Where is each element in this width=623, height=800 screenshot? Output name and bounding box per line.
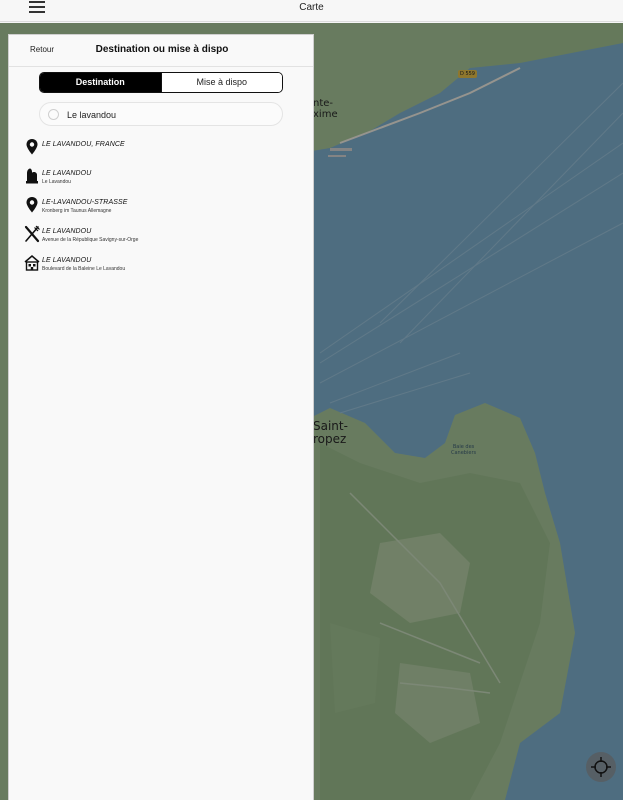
map-label-saint-tropez: Saint- ropez	[313, 420, 348, 446]
result-title: LE LAVANDOU	[42, 257, 92, 264]
locate-button[interactable]	[586, 752, 616, 782]
map-label-line: Canebiers	[451, 450, 477, 456]
results-list: LE LAVANDOU, FRANCE LE LAVANDOU Le Lavan…	[9, 135, 315, 280]
result-subtitle: Avenue de la République Savigny-sur-Orge	[42, 237, 139, 243]
crosshair-icon	[591, 757, 611, 777]
tab-mise-a-dispo[interactable]: Mise à dispo	[160, 73, 282, 92]
map-label-sainte-maxime: nte- xime	[313, 98, 338, 120]
result-subtitle: Kronberg im Taunus Allemagne	[42, 208, 112, 214]
destination-panel: Retour Destination ou mise à dispo Desti…	[8, 34, 314, 800]
map-label-line: ropez	[313, 432, 347, 446]
panel-header: Retour Destination ou mise à dispo	[9, 35, 313, 67]
top-bar: Carte	[0, 0, 623, 22]
tab-destination[interactable]: Destination	[40, 73, 161, 92]
mode-segmented-control: Destination Mise à dispo	[39, 72, 283, 93]
result-subtitle: Le Lavandou	[42, 179, 71, 185]
result-item[interactable]: LE LAVANDOU Boulevard de la Baleine Le L…	[9, 251, 315, 280]
result-title: LE LAVANDOU	[42, 228, 92, 235]
map-road-sign: D 559	[458, 70, 477, 78]
page-title: Carte	[299, 2, 324, 13]
fork-knife-icon	[24, 225, 40, 243]
result-item[interactable]: LE LAVANDOU Le Lavandou	[9, 164, 315, 193]
panel-title: Destination ou mise à dispo	[95, 44, 229, 55]
bell-tower-icon	[26, 168, 38, 184]
search-input[interactable]	[67, 108, 267, 121]
map-label-bay: Baie des Canebiers	[451, 444, 476, 456]
search-icon	[48, 109, 59, 120]
result-title: LE-LAVANDOU-STRASSE	[42, 199, 128, 206]
result-item[interactable]: LE LAVANDOU, FRANCE	[9, 135, 315, 164]
result-title: LE LAVANDOU, FRANCE	[42, 141, 125, 148]
map-label-line: xime	[313, 109, 338, 120]
result-title: LE LAVANDOU	[42, 170, 92, 177]
search-box	[39, 102, 283, 126]
map-pin-icon	[26, 197, 38, 213]
map-label-line: nte-	[313, 98, 334, 109]
hotel-icon	[24, 255, 40, 271]
result-item[interactable]: LE LAVANDOU Avenue de la République Savi…	[9, 222, 315, 251]
result-item[interactable]: LE-LAVANDOU-STRASSE Kronberg im Taunus A…	[9, 193, 315, 222]
map-pin-icon	[26, 139, 38, 155]
result-subtitle: Boulevard de la Baleine Le Lavandou	[42, 266, 126, 272]
